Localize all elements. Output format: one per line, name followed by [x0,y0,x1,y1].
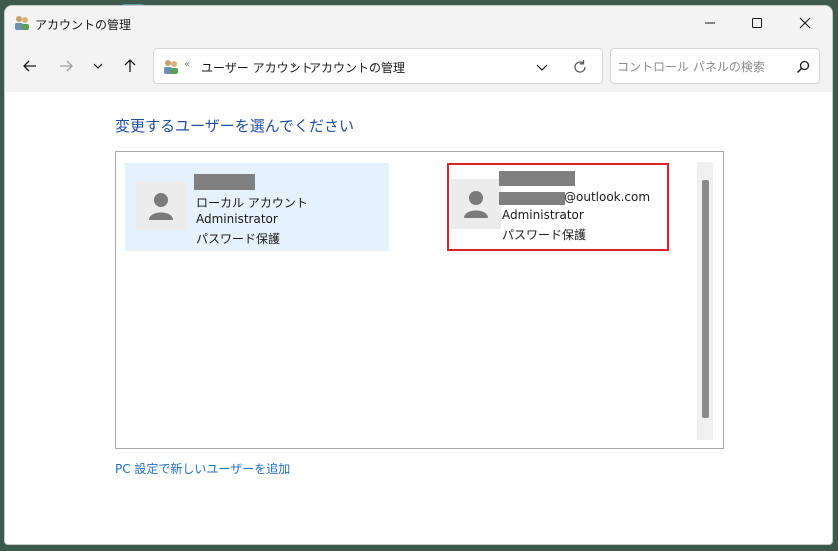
refresh-icon[interactable] [571,58,589,76]
close-icon [799,17,811,29]
chevron-down-icon[interactable] [534,59,550,75]
forward-button[interactable] [54,54,78,78]
maximize-icon [752,18,762,28]
address-bar[interactable]: « ユーザー アカウント › アカウントの管理 [153,48,603,84]
redacted-email-local-part [499,192,565,205]
scrollbar-thumb[interactable] [702,180,709,418]
redacted-username [499,171,575,186]
back-button[interactable] [18,54,42,78]
up-button[interactable] [118,54,142,78]
chevron-down-icon [93,63,103,69]
window-title: アカウントの管理 [35,18,132,32]
add-new-user-link[interactable]: PC 設定で新しいユーザーを追加 [115,460,290,477]
user-card-microsoft[interactable]: @outlook.com Administrator パスワード保護 [447,163,669,251]
breadcrumb-overflow[interactable]: « [184,59,190,70]
close-button[interactable] [782,6,828,40]
recent-locations-button[interactable] [86,54,110,78]
password-status-label: パスワード保護 [196,232,281,246]
minimize-icon [705,22,715,24]
user-list: ローカル アカウント Administrator パスワード保護 @outloo… [115,151,724,449]
user-avatar-icon [464,191,488,218]
maximize-button[interactable] [734,6,780,40]
vertical-scrollbar[interactable] [697,162,713,440]
account-role-label: Administrator [502,208,584,222]
breadcrumb-separator[interactable]: › [292,58,297,72]
account-role-label: Administrator [196,212,278,226]
arrow-left-icon [23,60,36,72]
avatar [136,181,186,231]
minimize-button[interactable] [687,6,733,40]
avatar [451,179,501,229]
search-box[interactable] [610,48,820,84]
user-accounts-icon [164,60,178,74]
user-card-local[interactable]: ローカル アカウント Administrator パスワード保護 [125,163,389,251]
password-status-label: パスワード保護 [502,228,587,242]
arrow-right-icon [60,60,73,72]
email-domain-label: @outlook.com [564,190,651,204]
navigation-bar: « ユーザー アカウント › アカウントの管理 [5,40,832,92]
arrow-up-icon [124,59,136,72]
title-bar: アカウントの管理 [5,6,832,40]
search-input[interactable] [617,57,782,77]
account-management-window: アカウントの管理 « ユーザー アカウント › アカウントの管理 コントロール … [4,5,833,545]
page-title: 変更するユーザーを選んでください [115,117,354,135]
account-type-label: ローカル アカウント [196,196,308,210]
user-accounts-icon [15,16,29,30]
search-icon[interactable] [795,59,811,75]
user-avatar-icon [149,193,173,220]
redacted-username [194,174,255,190]
breadcrumb-manage-accounts[interactable]: アカウントの管理 [309,59,405,76]
